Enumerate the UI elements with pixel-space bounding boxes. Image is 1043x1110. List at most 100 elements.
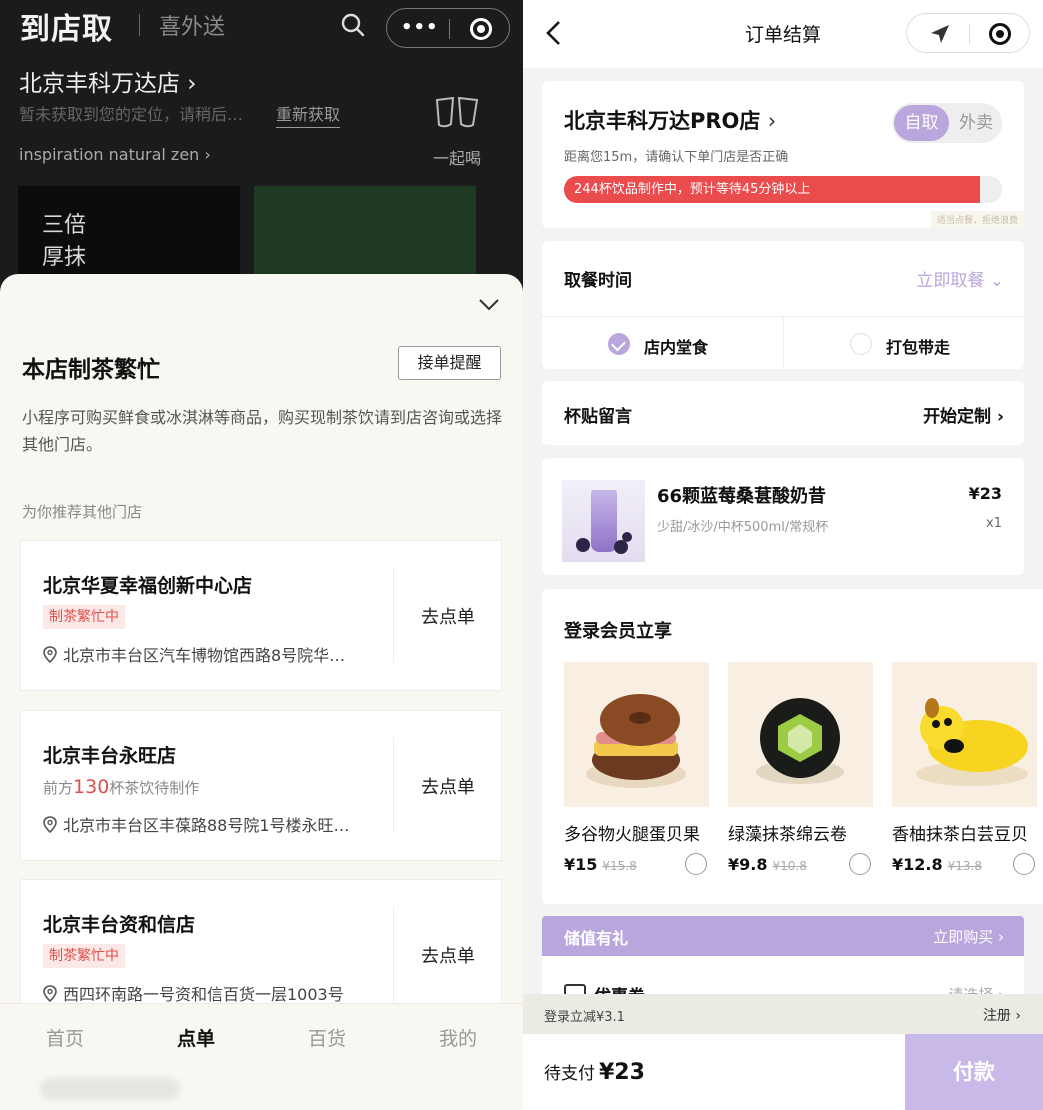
busy-title: 本店制茶繁忙 xyxy=(22,357,160,383)
pickup-mode[interactable]: 自取 xyxy=(894,105,949,141)
member-offer-card: 登录会员立享 多谷物火腿蛋贝果 ¥15 ¥15.8 绿藻抹茶绵云卷 ¥9.8 ¥10… xyxy=(542,589,1043,904)
product-card: 66颗蓝莓桑葚酸奶昔 少甜/冰沙/中杯500ml/常规杯 ¥23 x1 xyxy=(542,458,1024,575)
store-address: 北京市丰台区汽车博物馆西路8号院华… xyxy=(43,642,345,666)
screenshot-root: 到店取 喜外送 ••• 北京丰科万达店 › 暂未获取到您的定位，请稍后… 重新获… xyxy=(0,0,1043,1110)
member-item-price: ¥15 ¥15.8 xyxy=(564,853,709,879)
more-icon[interactable]: ••• xyxy=(401,17,439,38)
store-name: 北京丰台永旺店 xyxy=(43,745,177,767)
busy-badge: 制茶繁忙中 xyxy=(43,944,125,968)
store-address: 西四环南路一号资和信百货一层1003号 xyxy=(43,981,344,1005)
location-pin-icon xyxy=(43,816,57,833)
dine-in-label: 店内堂食 xyxy=(644,338,709,357)
go-order-button[interactable]: 去点单 xyxy=(393,603,503,629)
pickup-card: 取餐时间 立即取餐 ⌄ 店内堂食 打包带走 xyxy=(542,241,1024,369)
store-card[interactable]: 北京华夏幸福创新中心店 制茶繁忙中 北京市丰台区汽车博物馆西路8号院华… 去点单 xyxy=(20,540,502,691)
product-price: ¥23 xyxy=(968,484,1002,503)
member-item-price: ¥12.8 ¥13.8 xyxy=(892,853,1037,879)
tab-home[interactable]: 首页 xyxy=(0,1024,130,1051)
chevron-right-icon: › xyxy=(767,109,777,133)
store-info-card: 北京丰科万达PRO店 › 距离您15m，请确认下单门店是否正确 自取 外卖 24… xyxy=(542,81,1024,228)
busy-badge: 制茶繁忙中 xyxy=(43,605,125,629)
member-item[interactable]: 绿藻抹茶绵云卷 ¥9.8 ¥10.8 xyxy=(728,662,873,879)
promo-banner[interactable]: 三倍 厚抹 xyxy=(18,186,240,276)
member-item[interactable]: 多谷物火腿蛋贝果 ¥15 ¥15.8 xyxy=(564,662,709,879)
left-screen: 到店取 喜外送 ••• 北京丰科万达店 › 暂未获取到您的定位，请稍后… 重新获… xyxy=(0,0,523,1110)
product-image xyxy=(562,480,645,562)
store-header: 到店取 喜外送 ••• 北京丰科万达店 › 暂未获取到您的定位，请稍后… 重新获… xyxy=(0,0,523,276)
takeaway-label: 打包带走 xyxy=(886,338,951,357)
select-radio[interactable] xyxy=(685,853,707,875)
dine-in-option[interactable]: 店内堂食 xyxy=(542,316,783,369)
busy-description: 小程序可购买鲜食或冰淇淋等商品，购买现制茶饮请到店咨询或选择其他门店。 xyxy=(22,408,503,454)
page-title: 到店取 xyxy=(20,12,113,47)
chevron-down-icon[interactable] xyxy=(478,298,500,312)
select-radio[interactable] xyxy=(849,853,871,875)
miniprogram-capsule xyxy=(906,13,1030,53)
distance-note: 距离您15m，请确认下单门店是否正确 xyxy=(564,150,789,165)
queue-text: 244杯饮品制作中，预计等待45分钟以上 xyxy=(574,182,811,197)
tab-mine[interactable]: 我的 xyxy=(393,1024,523,1051)
bagel-image xyxy=(564,662,709,807)
citrus-matcha-bun-image xyxy=(892,662,1037,807)
go-order-button[interactable]: 去点单 xyxy=(393,773,503,799)
banner-text: 三倍 xyxy=(42,213,87,238)
buy-now-link[interactable]: 立即购买 › xyxy=(933,926,1004,947)
select-radio[interactable] xyxy=(1013,853,1035,875)
delivery-mode[interactable]: 外卖 xyxy=(952,105,1000,141)
product-spec: 少甜/冰沙/中杯500ml/常规杯 xyxy=(657,520,829,535)
drink-together-label[interactable]: 一起喝 xyxy=(433,145,481,169)
recommend-heading: 为你推荐其他门店 xyxy=(22,503,143,521)
banner-text: 厚抹 xyxy=(42,245,87,270)
store-card[interactable]: 北京丰台永旺店 前方130杯茶饮待制作 北京市丰台区丰葆路88号院1号楼永旺… … xyxy=(20,710,502,861)
takeaway-option[interactable]: 打包带走 xyxy=(783,316,1024,369)
store-name: 北京丰台资和信店 xyxy=(43,914,196,936)
queue-progress-bar: 244杯饮品制作中，预计等待45分钟以上 xyxy=(564,176,1002,203)
login-discount-text: 登录立减¥3.1 xyxy=(544,1010,625,1025)
product-name: 66颗蓝莓桑葚酸奶昔 xyxy=(657,486,827,507)
sticker-label: 杯贴留言 xyxy=(564,407,632,427)
member-item-name: 香柚抹茶白芸豆贝 xyxy=(892,825,1028,845)
promo-banner-image[interactable] xyxy=(254,186,476,276)
store-address: 北京市丰台区丰葆路88号院1号楼永旺… xyxy=(43,812,350,836)
register-link[interactable]: 注册 › xyxy=(983,1005,1021,1025)
nav-bar: 订单结算 xyxy=(523,0,1043,68)
go-order-button[interactable]: 去点单 xyxy=(393,942,503,968)
coupon-row[interactable]: 优惠券 请选择 › xyxy=(542,956,1024,1007)
matcha-roll-image xyxy=(728,662,873,807)
dine-in-radio[interactable] xyxy=(608,333,630,355)
location-status: 暂未获取到您的定位，请稍后… xyxy=(19,105,244,124)
queue-count: 130 xyxy=(73,776,110,798)
order-reminder-button[interactable]: 接单提醒 xyxy=(398,346,501,380)
refetch-location-link[interactable]: 重新获取 xyxy=(276,101,341,128)
close-miniprogram-icon[interactable] xyxy=(989,23,1011,45)
takeaway-radio[interactable] xyxy=(850,333,872,355)
cups-icon[interactable] xyxy=(433,96,481,130)
queue-info: 前方130杯茶饮待制作 xyxy=(43,776,200,798)
store-selector[interactable]: 北京丰科万达店 › xyxy=(19,64,197,98)
location-pin-icon xyxy=(43,646,57,663)
title-divider xyxy=(139,14,140,36)
navigation-arrow-icon[interactable] xyxy=(929,23,951,45)
stored-value-banner[interactable]: 储值有礼 立即购买 › xyxy=(542,916,1024,956)
delivery-tab[interactable]: 喜外送 xyxy=(159,9,225,41)
waste-note: 适当点餐，拒绝浪费 xyxy=(930,211,1024,228)
store-name[interactable]: 北京丰科万达PRO店 › xyxy=(564,105,776,135)
tab-order[interactable]: 点单 xyxy=(131,1024,261,1051)
pay-bar: 待支付 ¥23 付款 xyxy=(523,1034,1043,1110)
search-icon[interactable] xyxy=(340,12,366,38)
close-miniprogram-icon[interactable] xyxy=(470,18,492,40)
login-discount-bar: 登录立减¥3.1 注册 › xyxy=(523,994,1043,1034)
customize-link[interactable]: 开始定制 › xyxy=(923,402,1004,427)
order-mode-toggle[interactable]: 自取 外卖 xyxy=(892,103,1002,143)
pickup-time-select[interactable]: 立即取餐 ⌄ xyxy=(916,266,1004,291)
pay-button[interactable]: 付款 xyxy=(905,1034,1043,1110)
member-heading: 登录会员立享 xyxy=(564,621,672,642)
pending-payment: 待支付 ¥23 xyxy=(544,1060,645,1085)
member-item[interactable]: 香柚抹茶白芸豆贝 ¥12.8 ¥13.8 xyxy=(892,662,1037,879)
product-qty: x1 xyxy=(986,516,1002,531)
stored-value-label: 储值有礼 xyxy=(564,929,629,948)
tab-shop[interactable]: 百货 xyxy=(262,1024,392,1051)
busy-sheet: 本店制茶繁忙 接单提醒 小程序可购买鲜食或冰淇淋等商品，购买现制茶饮请到店咨询或… xyxy=(0,274,523,1110)
inspiration-link[interactable]: inspiration natural zen › xyxy=(19,145,211,164)
sticker-card[interactable]: 杯贴留言 开始定制 › xyxy=(542,381,1024,445)
